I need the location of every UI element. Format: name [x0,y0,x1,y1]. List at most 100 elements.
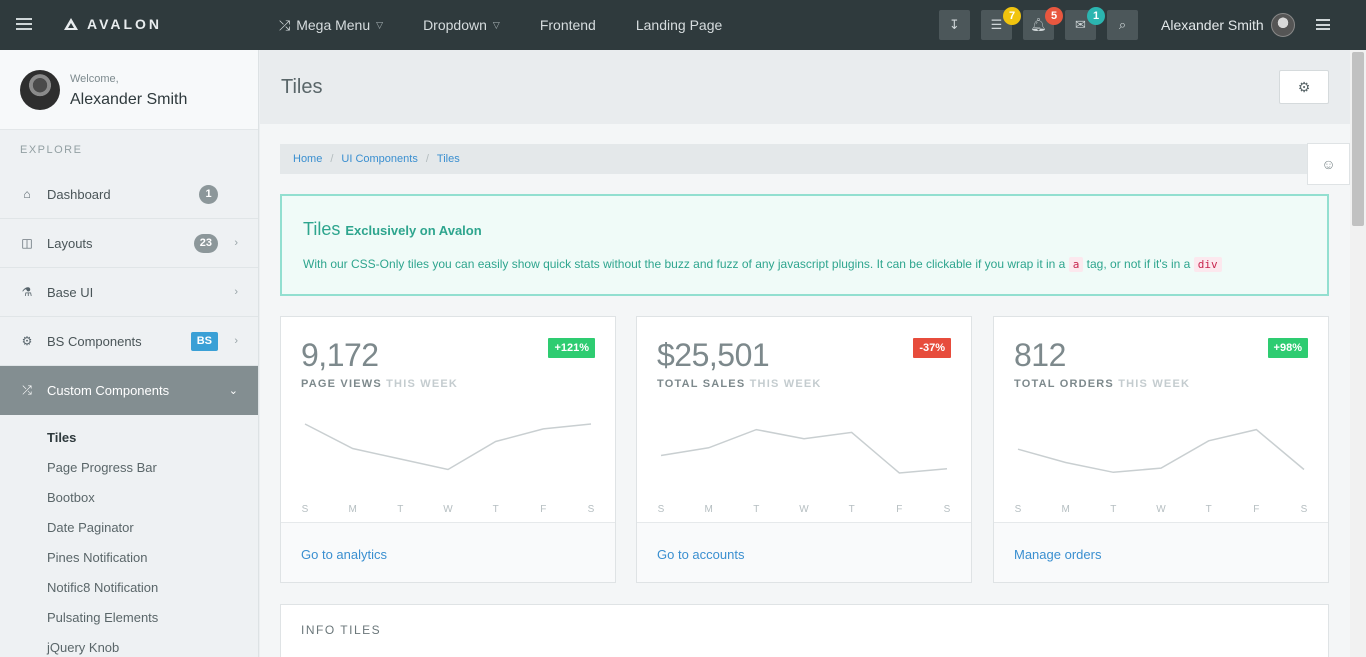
sparkline-series [1017,428,1305,474]
sidebar-item-base-ui[interactable]: ⚗ Base UI › [0,268,258,317]
submenu-item-tiles[interactable]: Tiles [0,423,258,453]
sparkline-tick-label: F [1253,504,1259,515]
tile-label: TOTAL ORDERS THIS WEEK [1014,378,1190,390]
chevron-down-icon: ▽ [376,19,384,30]
tile-label: TOTAL SALES THIS WEEK [657,378,822,390]
messages-badge: 1 [1087,7,1105,25]
chevron-right-icon: › [234,237,238,249]
nav-frontend[interactable]: Frontend [540,17,596,33]
breadcrumb-tiles[interactable]: Tiles [437,153,460,165]
flask-icon: ⚗ [21,285,33,299]
tile-period: THIS WEEK [1118,378,1191,390]
tile-label-text: PAGE VIEWS [301,378,382,390]
alert-text-part: tag, or not if it's in a [1086,257,1191,271]
sidebar-section-title: EXPLORE [20,144,83,156]
avatar [1270,13,1295,37]
sparkline-tick-label: M [1061,504,1069,515]
right-panel-toggle-icon[interactable] [1316,19,1330,30]
gear-icon: ⚙ [1297,78,1311,95]
tile-value: $25,501 [657,337,770,373]
code-snippet: div [1193,257,1222,272]
tile-footer: Go to accounts [637,522,971,582]
sidebar-item-label: Dashboard [47,186,111,202]
top-nav: ⤮ Mega Menu ▽ Dropdown ▽ Frontend Landing P… [279,0,762,50]
sparkline-tick-label: W [799,504,809,515]
sidebar-item-layouts[interactable]: ◫ Layouts 23 › [0,219,258,268]
chevron-right-icon: › [234,335,238,347]
submenu-item-pulsating-elements[interactable]: Pulsating Elements [0,603,258,633]
nav-label: Dropdown [423,17,487,33]
count-badge: 23 [193,233,218,253]
profile-name[interactable]: Alexander Smith [70,91,187,109]
tile-change-badge: +121% [548,338,595,358]
avatar[interactable] [20,70,60,110]
nav-label: Landing Page [635,17,723,33]
tile-total-sales: $25,501 TOTAL SALES THIS WEEK -37% S M T W T… [636,316,972,583]
manage-orders-link[interactable]: Manage orders [1014,547,1101,562]
sparkline-tick-label: T [1206,504,1212,515]
tasks-icon: ☰ [990,17,1003,32]
tile-label: PAGE VIEWS THIS WEEK [301,378,458,390]
nav-dropdown[interactable]: Dropdown ▽ [423,17,500,33]
scrollbar-thumb[interactable] [1352,52,1364,226]
sparkline-tick-label: T [849,504,855,515]
tile-change-badge: -37% [913,338,951,358]
cogs-icon: ⚙ [21,334,33,348]
tile-value: 9,172 [301,337,379,373]
tile-change-badge: +98% [1267,338,1308,358]
tile-footer: Go to analytics [281,522,615,582]
messages-button[interactable]: ✉ 1 [1065,7,1105,40]
chevron-right-icon: › [234,286,238,298]
go-to-analytics-link[interactable]: Go to analytics [301,547,387,562]
theme-settings-button[interactable]: ☺ [1307,143,1350,185]
sidebar-toggle-icon[interactable] [16,18,32,30]
sparkline-chart: SMTWTFS [658,428,951,515]
submenu-item-notific8-notification[interactable]: Notific8 Notification [0,573,258,603]
sidebar-item-bs-components[interactable]: ⚙ BS Components BS › [0,317,258,366]
main-content: Tiles ⚙ Home / UI Components / Tiles Tiles… [260,50,1350,657]
sidebar-item-label: Base UI [47,284,94,300]
sparkline-tick-label: T [1110,504,1116,515]
sidebar-profile: Welcome, Alexander Smith [0,50,258,130]
submenu-item-page-progress-bar[interactable]: Page Progress Bar [0,453,258,483]
brand-logo[interactable]: AVALON [64,16,162,32]
bs-badge: BS [190,331,218,351]
nav-landing-page[interactable]: Landing Page [636,17,722,33]
sparkline-tick-label: S [302,504,309,515]
user-menu[interactable]: Alexander Smith [1161,0,1295,50]
sparkline-tick-label: S [1015,504,1022,515]
search-button[interactable]: ⌕ [1107,10,1138,40]
breadcrumb-home[interactable]: Home [293,153,322,165]
chevron-down-icon: ▽ [492,19,500,30]
sidebar-item-custom-components[interactable]: ⤮ Custom Components ⌄ [0,366,258,415]
sparkline-tick-label: S [658,504,665,515]
settings-button[interactable]: ⚙ [1279,70,1329,104]
tile-period: THIS WEEK [749,378,822,390]
download-button[interactable]: ↧ [939,10,970,40]
alert-title-text: Tiles [303,219,341,239]
notifications-button[interactable]: 🔔︎ 5 [1023,7,1063,40]
submenu-item-jquery-knob[interactable]: jQuery Knob [0,633,258,657]
info-tiles-panel: INFO TILES [280,604,1329,657]
alert-text: With our CSS-Only tiles you can easily s… [303,257,1222,272]
sidebar-item-label: BS Components [47,333,142,349]
tile-label-text: TOTAL ORDERS [1014,378,1114,390]
page-header: Tiles ⚙ [260,50,1350,124]
tasks-button[interactable]: ☰ 7 [981,7,1021,40]
sparkline-tick-label: T [493,504,499,515]
submenu-item-pines-notification[interactable]: Pines Notification [0,543,258,573]
nav-mega-menu[interactable]: ⤮ Mega Menu ▽ [279,17,383,34]
breadcrumb-ui-components[interactable]: UI Components [341,153,417,165]
submenu-item-date-paginator[interactable]: Date Paginator [0,513,258,543]
page-scrollbar[interactable] [1350,50,1366,657]
shuffle-icon: ⤮ [279,16,291,33]
go-to-accounts-link[interactable]: Go to accounts [657,547,744,562]
submenu-item-bootbox[interactable]: Bootbox [0,483,258,513]
brand-name: AVALON [87,16,163,32]
sparkline-tick-label: T [397,504,403,515]
breadcrumb-separator: / [425,153,429,165]
sidebar-item-dashboard[interactable]: ⌂ Dashboard 1 [0,170,258,219]
sparkline-tick-label: S [588,504,595,515]
panel-title: INFO TILES [301,623,382,637]
breadcrumb: Home / UI Components / Tiles [280,144,1348,174]
